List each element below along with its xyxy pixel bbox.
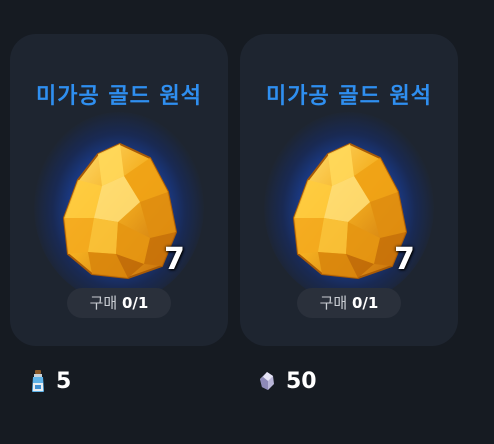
purchase-label: 구매	[319, 294, 352, 312]
item-title: 미가공 골드 원석	[36, 84, 202, 109]
purchase-count: 0/1	[352, 294, 379, 312]
price-value: 5	[56, 368, 72, 394]
potion-bottle-icon	[32, 370, 44, 392]
item-title: 미가공 골드 원석	[266, 84, 432, 109]
item-quantity: 7	[164, 242, 185, 277]
purchase-label: 구매	[89, 294, 122, 312]
price-value: 50	[286, 368, 317, 394]
purchase-limit-badge: 구매 0/1	[297, 288, 401, 318]
crystal-shard-icon	[260, 372, 274, 390]
shop-screen: 미가공 골드 원석 7 구매 0/1 미가공 골드 원석 7 구매 0/1 5 …	[0, 0, 494, 444]
purchase-limit-badge: 구매 0/1	[67, 288, 171, 318]
price-tag-1[interactable]: 5	[30, 366, 71, 396]
shop-item-card-gold-ore-1[interactable]: 미가공 골드 원석 7 구매 0/1	[10, 34, 228, 346]
shop-item-card-gold-ore-2[interactable]: 미가공 골드 원석 7 구매 0/1	[240, 34, 458, 346]
purchase-count: 0/1	[122, 294, 149, 312]
price-tag-2[interactable]: 50	[258, 366, 317, 396]
item-quantity: 7	[394, 242, 415, 277]
